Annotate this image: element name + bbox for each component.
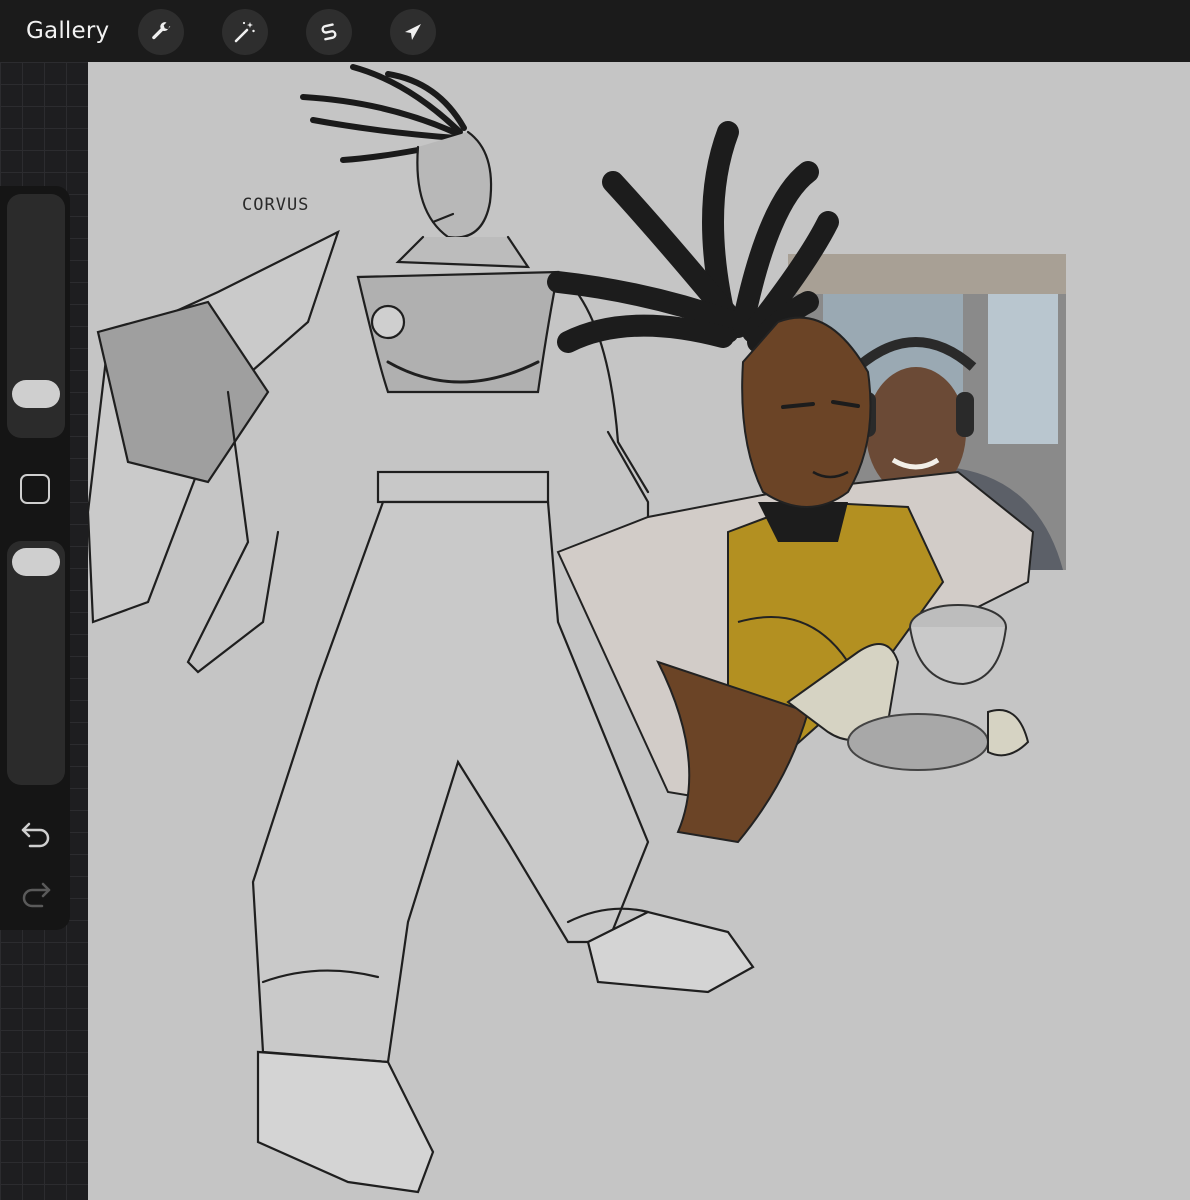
undo-icon[interactable] <box>20 820 52 848</box>
drawing-canvas[interactable]: CORVUS <box>88 62 1190 1200</box>
wrench-icon <box>152 22 171 40</box>
sketch-label: CORVUS <box>242 195 310 215</box>
magic-wand-icon <box>234 21 255 43</box>
brush-size-thumb[interactable] <box>12 380 60 408</box>
modify-button[interactable] <box>20 474 50 504</box>
artwork <box>88 64 1066 1194</box>
gallery-button[interactable]: Gallery <box>26 18 109 44</box>
selection-button[interactable] <box>306 9 352 55</box>
wrench-button[interactable] <box>138 9 184 55</box>
arrow-cursor-icon <box>405 24 421 40</box>
opacity-thumb[interactable] <box>12 548 60 576</box>
top-toolbar: Gallery <box>0 0 1190 62</box>
redo-icon[interactable] <box>20 880 52 908</box>
colored-figure <box>547 121 1035 844</box>
adjustments-button[interactable] <box>222 9 268 55</box>
opacity-slider[interactable] <box>7 541 65 785</box>
selection-s-icon <box>321 23 337 41</box>
side-toolbar <box>0 186 70 930</box>
transform-button[interactable] <box>390 9 436 55</box>
